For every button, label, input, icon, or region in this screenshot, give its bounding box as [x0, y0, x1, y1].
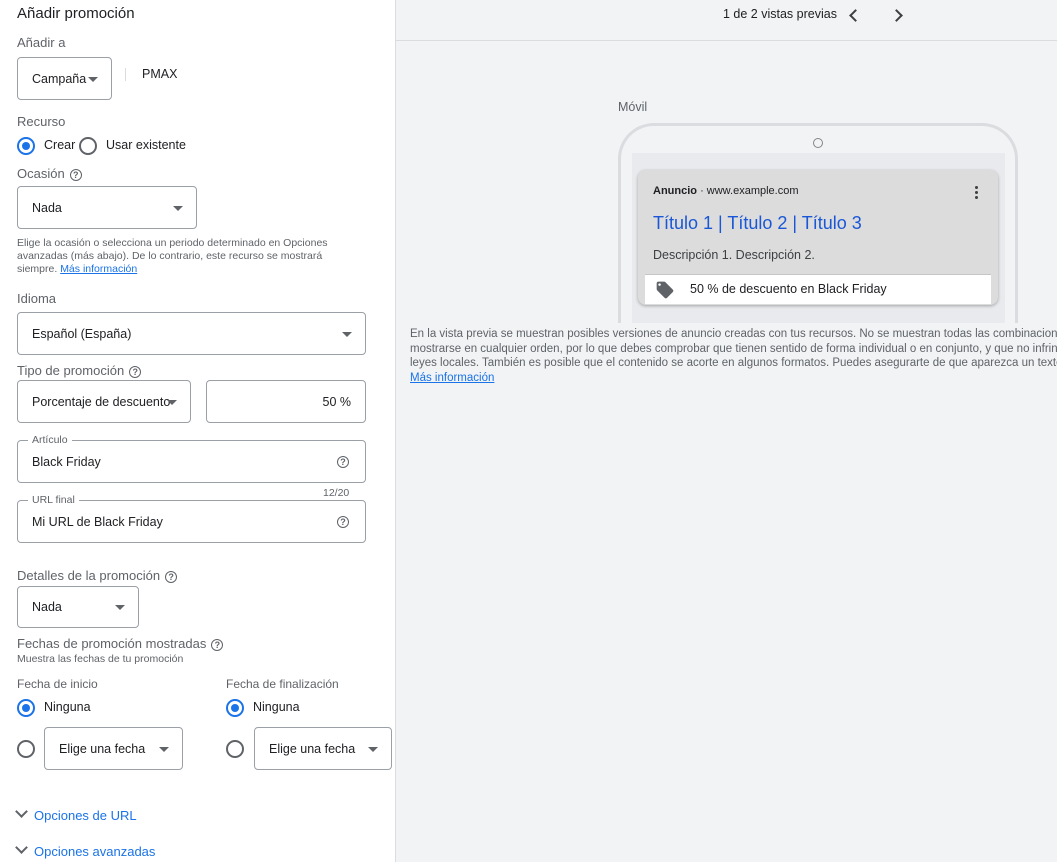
- radio-start-pick-date[interactable]: [17, 740, 35, 758]
- chevron-left-icon[interactable]: [846, 8, 862, 22]
- ad-header: Anuncio · www.example.com: [653, 185, 799, 197]
- language-label: Idioma: [17, 291, 57, 306]
- radio-start-none[interactable]: [17, 699, 35, 717]
- add-to-label: Añadir a: [17, 35, 66, 50]
- phone-screen: Anuncio · www.example.com Título 1 | Tít…: [632, 153, 1005, 323]
- camera-icon: [813, 138, 823, 148]
- ad-promotion-text: 50 % de descuento en Black Friday: [690, 282, 887, 296]
- caret-down-icon: [342, 331, 352, 337]
- advanced-options-toggle[interactable]: Opciones avanzadas: [15, 841, 156, 859]
- promo-details-value: Nada: [32, 600, 62, 614]
- occasion-heading: Ocasión?: [17, 166, 82, 181]
- start-date-picker-value: Elige una fecha: [59, 741, 146, 756]
- add-to-select[interactable]: Campaña: [17, 57, 112, 100]
- advanced-options-label: Opciones avanzadas: [34, 844, 156, 859]
- url-options-label: Opciones de URL: [34, 808, 137, 823]
- promotion-form-panel: Añadir promoción Añadir a Campaña PMAX R…: [0, 0, 396, 862]
- more-vert-icon[interactable]: [975, 186, 979, 199]
- form-title: Añadir promoción: [17, 5, 135, 22]
- item-field[interactable]: Artículo Black Friday ?: [17, 434, 366, 483]
- radio-use-existing-label: Usar existente: [106, 138, 186, 152]
- add-to-value: Campaña: [32, 71, 87, 86]
- radio-end-none[interactable]: [226, 699, 244, 717]
- promo-type-value: Porcentaje de descuento: [32, 394, 171, 409]
- discount-amount-value: 50 %: [322, 394, 352, 409]
- url-options-toggle[interactable]: Opciones de URL: [15, 805, 137, 823]
- ad-headline: Título 1 | Título 2 | Título 3: [653, 213, 862, 233]
- device-label: Móvil: [618, 100, 648, 114]
- item-value: Black Friday: [32, 454, 101, 469]
- occasion-help-text: Elige la ocasión o selecciona un periodo…: [17, 237, 328, 275]
- caret-down-icon: [167, 399, 177, 405]
- ad-promotion-extension: 50 % de descuento en Black Friday: [645, 274, 991, 304]
- start-date-picker[interactable]: Elige una fecha: [44, 727, 183, 770]
- help-icon[interactable]: ?: [337, 515, 349, 528]
- radio-create-label: Crear: [44, 138, 76, 152]
- ad-preview-card: Anuncio · www.example.com Título 1 | Tít…: [638, 170, 998, 305]
- help-icon[interactable]: ?: [211, 639, 224, 651]
- dates-label: Fechas de promoción mostradas: [17, 636, 207, 651]
- ad-label: Anuncio: [653, 185, 697, 197]
- promo-type-label: Tipo de promoción: [17, 363, 125, 378]
- help-icon[interactable]: ?: [165, 571, 178, 583]
- divider: [125, 68, 126, 81]
- preview-more-info-link[interactable]: Más información: [410, 372, 494, 384]
- radio-use-existing[interactable]: [79, 137, 97, 155]
- preview-disclaimer: En la vista previa se muestran posibles …: [410, 328, 1057, 384]
- dates-sublabel: Muestra las fechas de tu promoción: [17, 653, 184, 665]
- expand-chevron-icon: [15, 805, 28, 818]
- promo-details-label: Detalles de la promoción: [17, 568, 161, 583]
- preview-toolbar: 1 de 2 vistas previas: [396, 0, 1057, 41]
- promo-type-select[interactable]: Porcentaje de descuento: [17, 380, 191, 423]
- chevron-right-icon[interactable]: [890, 8, 906, 22]
- item-char-counter: 12/20: [323, 487, 350, 499]
- expand-chevron-icon: [15, 841, 28, 854]
- help-icon[interactable]: ?: [129, 366, 142, 378]
- occasion-value: Nada: [32, 200, 62, 215]
- occasion-select[interactable]: Nada: [17, 186, 197, 229]
- language-select[interactable]: Español (España): [17, 312, 366, 355]
- help-icon[interactable]: ?: [337, 455, 349, 468]
- asset-label: Recurso: [17, 114, 66, 129]
- tag-icon: [656, 281, 674, 299]
- end-date-picker-value: Elige una fecha: [269, 741, 356, 756]
- phone-frame: Anuncio · www.example.com Título 1 | Tít…: [618, 123, 1018, 323]
- caret-down-icon: [173, 205, 183, 211]
- ad-description: Descripción 1. Descripción 2.: [653, 248, 815, 262]
- radio-end-pick-date[interactable]: [226, 740, 244, 758]
- promo-details-heading: Detalles de la promoción?: [17, 568, 178, 583]
- caret-down-icon: [368, 746, 378, 752]
- preview-panel: 1 de 2 vistas previas Móvil Anuncio · ww…: [396, 0, 1057, 862]
- occasion-more-info-link[interactable]: Más información: [60, 263, 137, 275]
- final-url-field[interactable]: URL final Mi URL de Black Friday ?: [17, 494, 366, 543]
- final-url-value: Mi URL de Black Friday: [32, 514, 163, 529]
- language-value: Español (España): [32, 326, 132, 341]
- final-url-label: URL final: [28, 494, 79, 506]
- dates-heading: Fechas de promoción mostradas?: [17, 636, 224, 651]
- caret-down-icon: [159, 746, 169, 752]
- caret-down-icon: [115, 605, 125, 610]
- ad-domain: www.example.com: [706, 185, 799, 197]
- radio-start-none-label: Ninguna: [44, 700, 91, 714]
- start-date-label: Fecha de inicio: [17, 677, 98, 691]
- promo-details-select[interactable]: Nada: [17, 586, 139, 628]
- occasion-label: Ocasión: [17, 166, 65, 181]
- radio-end-none-label: Ninguna: [253, 700, 300, 714]
- preview-pager-text: 1 de 2 vistas previas: [723, 7, 837, 21]
- caret-down-icon: [88, 76, 98, 82]
- end-date-picker[interactable]: Elige una fecha: [254, 727, 392, 770]
- end-date-label: Fecha de finalización: [226, 677, 339, 691]
- radio-create[interactable]: [17, 137, 35, 155]
- item-label: Artículo: [28, 434, 72, 446]
- campaign-name: PMAX: [142, 67, 178, 81]
- discount-amount-input[interactable]: 50 %: [206, 380, 366, 423]
- help-icon[interactable]: ?: [69, 169, 82, 181]
- promo-type-heading: Tipo de promoción?: [17, 363, 142, 378]
